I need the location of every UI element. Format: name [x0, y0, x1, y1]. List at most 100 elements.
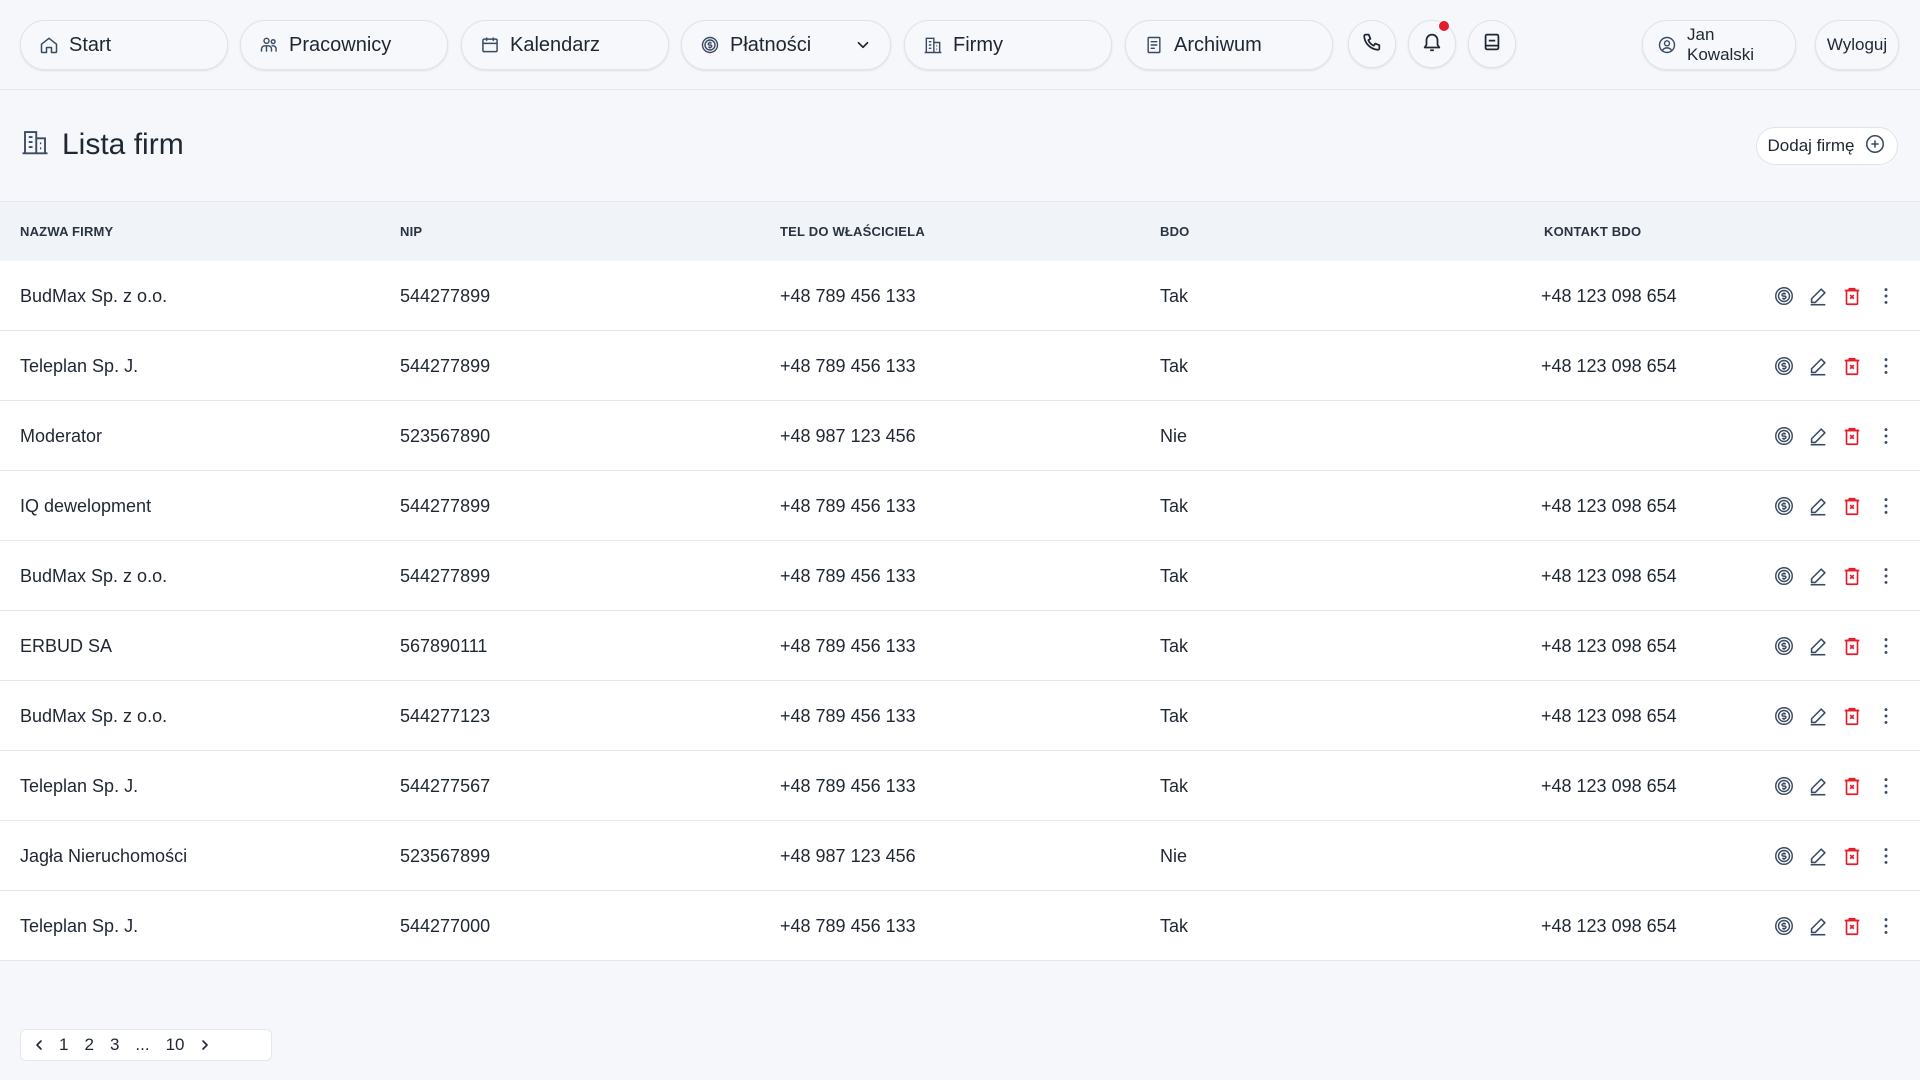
delete-button[interactable]: [1840, 914, 1864, 938]
payment-button[interactable]: [1772, 774, 1796, 798]
page-link[interactable]: 2: [76, 1029, 101, 1061]
edit-button[interactable]: [1806, 704, 1830, 728]
payment-icon: [1773, 635, 1795, 657]
table-row[interactable]: Teleplan Sp. J. 544277000 +48 789 456 133 T…: [0, 891, 1920, 961]
row-actions: [1772, 354, 1908, 378]
edit-button[interactable]: [1806, 914, 1830, 938]
more-icon: [1875, 705, 1897, 727]
table-row[interactable]: IQ dewelopment 544277899 +48 789 456 133 Ta…: [0, 471, 1920, 541]
delete-button[interactable]: [1840, 354, 1864, 378]
page-link[interactable]: 10: [158, 1029, 193, 1061]
nav-item-firmy[interactable]: Firmy: [904, 20, 1112, 70]
dollar-circle-icon: [700, 35, 720, 55]
payment-button[interactable]: [1772, 284, 1796, 308]
delete-button[interactable]: [1840, 844, 1864, 868]
next-page-button[interactable]: [193, 1033, 217, 1057]
delete-button[interactable]: [1840, 284, 1864, 308]
table-row[interactable]: Moderator 523567890 +48 987 123 456 Nie: [0, 401, 1920, 471]
more-options-button[interactable]: [1874, 844, 1898, 868]
more-options-button[interactable]: [1874, 564, 1898, 588]
payment-icon: [1773, 285, 1795, 307]
payment-button[interactable]: [1772, 844, 1796, 868]
edit-button[interactable]: [1806, 424, 1830, 448]
payment-icon: [1773, 495, 1795, 517]
user-profile-button[interactable]: Jan Kowalski: [1642, 20, 1796, 70]
more-options-button[interactable]: [1874, 354, 1898, 378]
cell-bdo: Tak: [1160, 776, 1189, 796]
cell-nip: 523567899: [400, 846, 491, 866]
payment-button[interactable]: [1772, 494, 1796, 518]
page-link[interactable]: 3: [102, 1029, 127, 1061]
prev-page-button[interactable]: [27, 1033, 51, 1057]
column-header-owner-phone[interactable]: TEL DO WŁAŚCICIELA: [780, 202, 925, 262]
more-options-button[interactable]: [1874, 284, 1898, 308]
nav-item-platnosci[interactable]: Płatności: [681, 20, 891, 70]
delete-icon: [1841, 705, 1863, 727]
more-options-button[interactable]: [1874, 774, 1898, 798]
cell-company-name: ERBUD SA: [20, 636, 113, 656]
table-row[interactable]: BudMax Sp. z o.o. 544277899 +48 789 456 13…: [0, 541, 1920, 611]
notes-button[interactable]: [1468, 20, 1516, 68]
table-row[interactable]: ERBUD SA 567890111 +48 789 456 133 Tak +48 1…: [0, 611, 1920, 681]
page-header: Lista firm: [20, 127, 184, 162]
add-company-button[interactable]: Dodaj firmę: [1756, 127, 1898, 165]
payment-button[interactable]: [1772, 704, 1796, 728]
delete-button[interactable]: [1840, 564, 1864, 588]
edit-button[interactable]: [1806, 354, 1830, 378]
nav-item-kalendarz[interactable]: Kalendarz: [461, 20, 669, 70]
delete-button[interactable]: [1840, 424, 1864, 448]
delete-button[interactable]: [1840, 774, 1864, 798]
more-icon: [1875, 775, 1897, 797]
nav-item-archiwum[interactable]: Archiwum: [1125, 20, 1333, 70]
logout-button[interactable]: Wyloguj: [1815, 20, 1899, 70]
more-options-button[interactable]: [1874, 634, 1898, 658]
delete-icon: [1841, 285, 1863, 307]
page-link[interactable]: 1: [51, 1029, 76, 1061]
cell-owner-phone: +48 987 123 456: [780, 846, 916, 866]
edit-icon: [1807, 705, 1829, 727]
delete-button[interactable]: [1840, 634, 1864, 658]
more-options-button[interactable]: [1874, 704, 1898, 728]
payment-button[interactable]: [1772, 914, 1796, 938]
more-options-button[interactable]: [1874, 494, 1898, 518]
column-header-bdo-contact[interactable]: KONTAKT BDO: [1544, 202, 1641, 262]
delete-button[interactable]: [1840, 704, 1864, 728]
table-row[interactable]: BudMax Sp. z o.o. 544277899 +48 789 456 13…: [0, 261, 1920, 331]
nav-item-pracownicy[interactable]: Pracownicy: [240, 20, 448, 70]
nav-item-start[interactable]: Start: [20, 20, 228, 70]
payment-button[interactable]: [1772, 354, 1796, 378]
edit-button[interactable]: [1806, 844, 1830, 868]
column-header-bdo[interactable]: BDO: [1160, 202, 1190, 262]
payment-button[interactable]: [1772, 424, 1796, 448]
cell-bdo: Tak: [1160, 356, 1189, 376]
table-row[interactable]: Jagła Nieruchomości 523567899 +48 987 123 …: [0, 821, 1920, 891]
edit-button[interactable]: [1806, 774, 1830, 798]
edit-button[interactable]: [1806, 564, 1830, 588]
more-icon: [1875, 565, 1897, 587]
phone-button[interactable]: [1348, 20, 1396, 68]
payment-button[interactable]: [1772, 564, 1796, 588]
edit-icon: [1807, 355, 1829, 377]
cell-bdo: Tak: [1160, 706, 1189, 726]
user-name: Jan Kowalski: [1687, 25, 1755, 64]
cell-owner-phone: +48 789 456 133: [780, 286, 916, 306]
building-icon: [20, 127, 62, 162]
table-row[interactable]: Teleplan Sp. J. 544277567 +48 789 456 133 T…: [0, 751, 1920, 821]
delete-button[interactable]: [1840, 494, 1864, 518]
edit-button[interactable]: [1806, 284, 1830, 308]
column-header-nip[interactable]: NIP: [400, 202, 422, 262]
notifications-button[interactable]: [1408, 20, 1456, 68]
table-body: BudMax Sp. z o.o. 544277899 +48 789 456 13…: [0, 261, 1920, 961]
more-options-button[interactable]: [1874, 914, 1898, 938]
table-row[interactable]: Teleplan Sp. J. 544277899 +48 789 456 133 T…: [0, 331, 1920, 401]
table-row[interactable]: BudMax Sp. z o.o. 544277123 +48 789 456 13…: [0, 681, 1920, 751]
column-header-name[interactable]: NAZWA FIRMY: [20, 202, 113, 262]
payment-button[interactable]: [1772, 634, 1796, 658]
edit-button[interactable]: [1806, 494, 1830, 518]
cell-bdo: Tak: [1160, 566, 1189, 586]
more-options-button[interactable]: [1874, 424, 1898, 448]
cell-bdo: Tak: [1160, 286, 1189, 306]
row-actions: [1772, 284, 1908, 308]
row-actions: [1772, 914, 1908, 938]
edit-button[interactable]: [1806, 634, 1830, 658]
